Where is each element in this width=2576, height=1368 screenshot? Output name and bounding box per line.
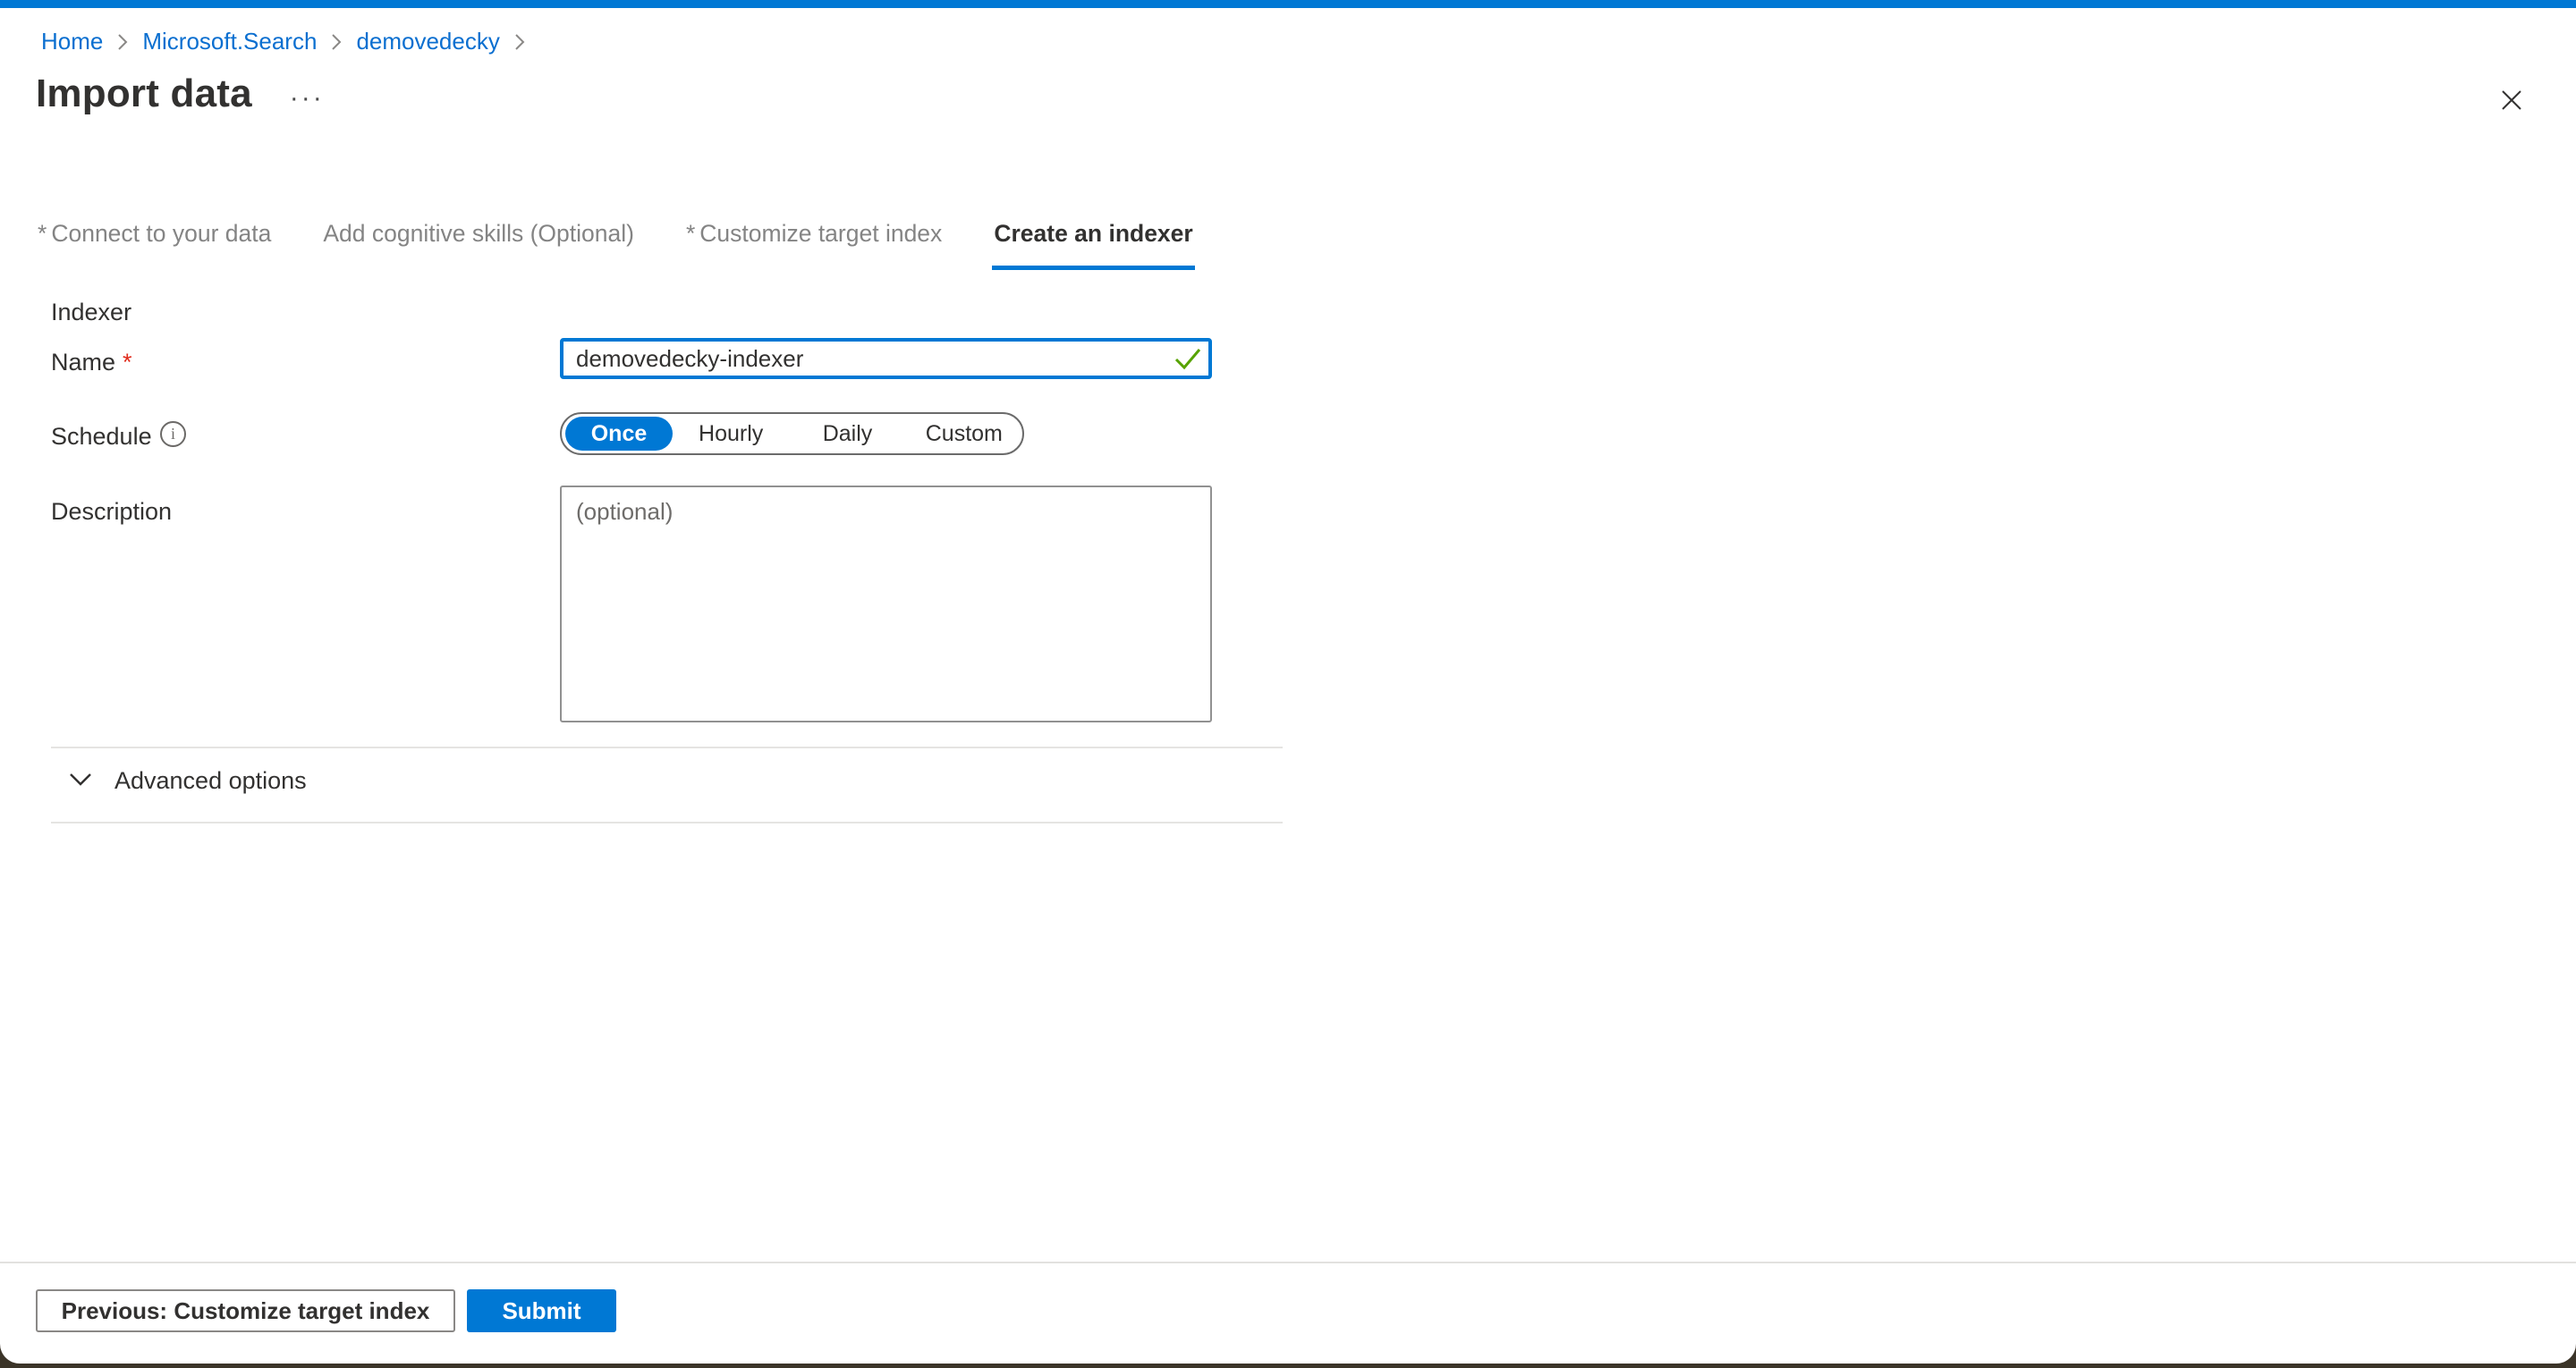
divider [51,822,1283,823]
breadcrumb-resource-link[interactable]: demovedecky [356,27,499,55]
submit-button[interactable]: Submit [467,1289,616,1332]
divider [51,747,1283,748]
wizard-tabs: *Connect to your data Add cognitive skil… [36,220,1195,270]
tab-customize-target-index[interactable]: *Customize target index [684,220,944,270]
tab-label: Add cognitive skills (Optional) [323,220,634,247]
advanced-options-label: Advanced options [114,767,307,795]
previous-step-button[interactable]: Previous: Customize target index [36,1289,455,1332]
close-button[interactable] [2494,82,2529,118]
schedule-option-custom[interactable]: Custom [906,421,1022,447]
tab-required-marker: * [38,220,47,247]
breadcrumb-home-link[interactable]: Home [41,27,103,55]
schedule-option-daily[interactable]: Daily [789,421,905,447]
schedule-pill-group: Once Hourly Daily Custom [560,412,1024,455]
name-field-wrapper [560,338,1212,379]
chevron-down-icon [68,772,93,790]
footer-divider [0,1262,2576,1263]
required-asterisk: * [123,349,132,376]
chevron-right-icon [329,31,343,53]
breadcrumb-service-link[interactable]: Microsoft.Search [142,27,317,55]
advanced-options-toggle[interactable]: Advanced options [68,767,307,795]
description-label: Description [51,498,172,526]
schedule-label: Schedule [51,423,152,451]
tab-add-cognitive-skills[interactable]: Add cognitive skills (Optional) [321,220,636,270]
more-options-button[interactable]: ··· [290,89,325,107]
close-icon [2497,104,2526,117]
name-label: Name* [51,349,132,376]
tab-label: Customize target index [699,220,942,247]
indexer-section-title: Indexer [51,299,131,326]
portal-panel: Home Microsoft.Search demovedecky Import… [0,0,2576,1364]
tab-required-marker: * [686,220,695,247]
schedule-option-hourly[interactable]: Hourly [673,421,789,447]
page-header: Import data ··· [36,72,325,116]
description-textarea[interactable] [560,486,1212,722]
indexer-name-input[interactable] [560,338,1212,379]
tab-connect-to-your-data[interactable]: *Connect to your data [36,220,273,270]
chevron-right-icon [513,31,527,53]
schedule-option-once[interactable]: Once [565,417,673,451]
breadcrumb: Home Microsoft.Search demovedecky [41,27,527,55]
page-title: Import data [36,72,252,116]
chevron-right-icon [115,31,130,53]
info-icon[interactable]: i [160,421,186,447]
tab-create-an-indexer[interactable]: Create an indexer [992,220,1194,270]
tab-label: Connect to your data [51,220,271,247]
tab-label: Create an indexer [994,220,1192,247]
azure-top-accent-bar [0,0,2576,8]
